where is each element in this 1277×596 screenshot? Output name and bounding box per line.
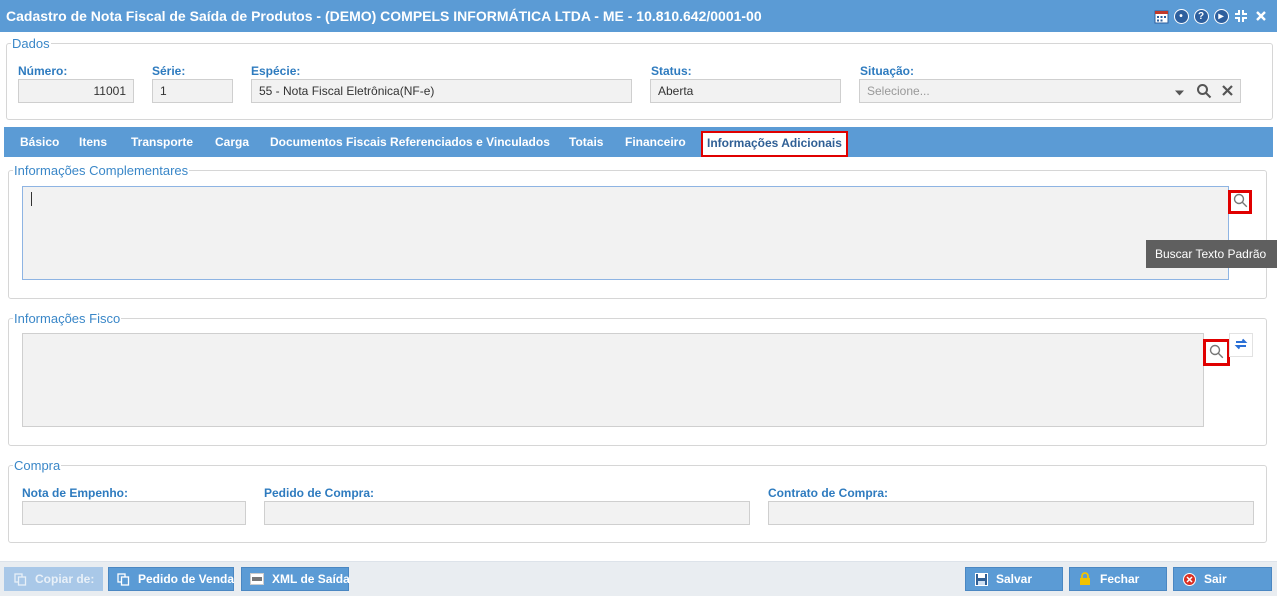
serie-label: Série: [152, 64, 186, 78]
copiar-de-button: Copiar de: [4, 567, 103, 591]
tab-informacoes-adicionais[interactable]: Informações Adicionais [701, 131, 848, 157]
close-icon[interactable] [1253, 8, 1269, 24]
pedido-venda-button[interactable]: Pedido de Venda [108, 567, 234, 591]
nota-empenho-label: Nota de Empenho: [22, 486, 129, 500]
copiar-de-label: Copiar de: [35, 572, 95, 586]
pedido-compra-field[interactable] [264, 501, 750, 525]
close-button[interactable]: Fechar [1069, 567, 1167, 591]
help-icon[interactable]: ? [1193, 8, 1209, 24]
status-field[interactable]: Aberta [650, 79, 841, 103]
fisco-textarea[interactable] [22, 333, 1204, 427]
copy-icon [13, 572, 27, 586]
window-title: Cadastro de Nota Fiscal de Saída de Prod… [6, 8, 762, 24]
compra-legend: Compra [14, 458, 61, 473]
tab-financeiro[interactable]: Financeiro [625, 127, 686, 157]
xml-saida-label: XML de Saída [272, 572, 350, 586]
close-label: Fechar [1100, 572, 1140, 586]
numero-field[interactable]: 11001 [18, 79, 134, 103]
pedido-venda-label: Pedido de Venda [138, 572, 235, 586]
tab-carga[interactable]: Carga [215, 127, 249, 157]
chevron-down-icon[interactable] [1174, 86, 1185, 100]
text-caret [31, 192, 32, 206]
search-icon [1209, 344, 1224, 362]
complementares-legend: Informações Complementares [14, 163, 189, 178]
complementares-textarea[interactable] [22, 186, 1229, 280]
search-icon [1233, 193, 1248, 211]
xml-saida-button[interactable]: XML de Saída [241, 567, 350, 591]
title-bar: Cadastro de Nota Fiscal de Saída de Prod… [0, 0, 1277, 32]
save-label: Salvar [996, 572, 1033, 586]
tab-documentos-fiscais[interactable]: Documentos Fiscais Referenciados e Vincu… [270, 127, 550, 157]
search-text-button[interactable] [1228, 190, 1252, 214]
tab-basico[interactable]: Básico [20, 127, 59, 157]
file-icon [250, 572, 264, 586]
serie-field[interactable]: 1 [152, 79, 233, 103]
search-icon[interactable] [1196, 83, 1212, 102]
footer-bar: Copiar de: Pedido de Venda XML de Saída … [0, 561, 1277, 596]
collapse-icon[interactable] [1233, 8, 1249, 24]
calendar-icon[interactable] [1153, 8, 1169, 24]
especie-label: Espécie: [251, 64, 301, 78]
numero-label: Número: [18, 64, 68, 78]
copy-icon [117, 572, 130, 586]
pedido-compra-label: Pedido de Compra: [264, 486, 375, 500]
floppy-disk-icon [974, 572, 988, 586]
window-controls: • ? ▸ [1153, 8, 1269, 24]
situacao-label: Situação: [860, 64, 915, 78]
contrato-compra-field[interactable] [768, 501, 1254, 525]
tab-bar: Básico Itens Transporte Carga Documentos… [4, 127, 1273, 157]
refresh-button[interactable] [1229, 333, 1253, 357]
exit-button[interactable]: Sair [1173, 567, 1272, 591]
tooltip: Buscar Texto Padrão [1146, 240, 1277, 268]
contrato-compra-label: Contrato de Compra: [768, 486, 888, 500]
clear-icon[interactable] [1221, 84, 1234, 100]
tab-totais[interactable]: Totais [569, 127, 603, 157]
fisco-legend: Informações Fisco [14, 311, 121, 326]
exit-icon [1182, 572, 1196, 586]
chat-icon[interactable]: • [1173, 8, 1189, 24]
status-label: Status: [651, 64, 692, 78]
lock-icon [1078, 572, 1092, 586]
tab-transporte[interactable]: Transporte [131, 127, 193, 157]
tab-itens[interactable]: Itens [79, 127, 107, 157]
exit-label: Sair [1204, 572, 1227, 586]
save-button[interactable]: Salvar [965, 567, 1063, 591]
dados-group: Dados [6, 36, 1273, 120]
especie-field[interactable]: 55 - Nota Fiscal Eletrônica(NF-e) [251, 79, 632, 103]
search-text-button[interactable] [1203, 339, 1230, 366]
nota-empenho-field[interactable] [22, 501, 246, 525]
dados-legend: Dados [12, 36, 50, 51]
play-icon[interactable]: ▸ [1213, 8, 1229, 24]
sync-icon [1234, 337, 1248, 354]
